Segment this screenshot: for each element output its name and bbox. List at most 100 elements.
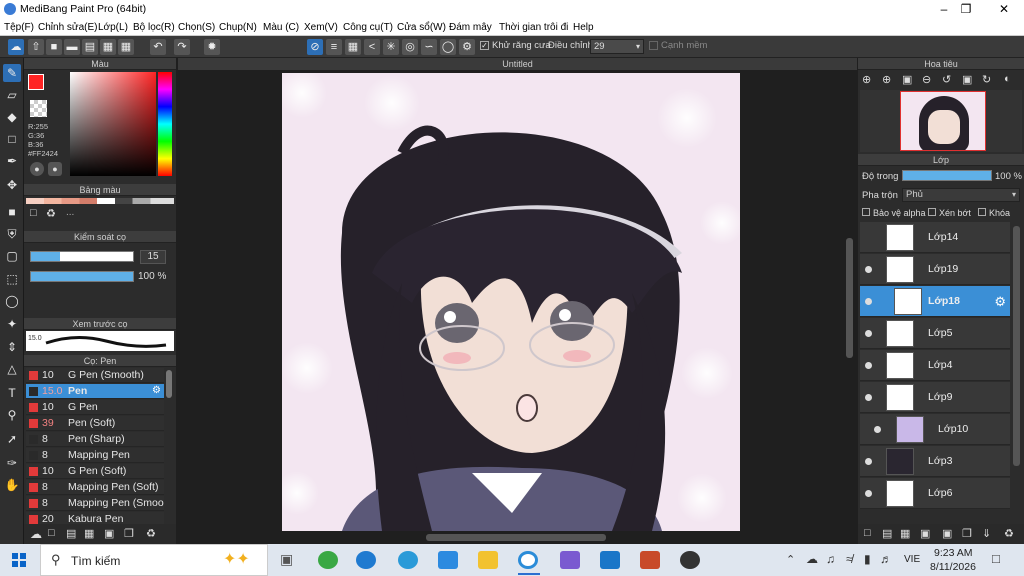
navigator-preview[interactable] xyxy=(860,90,1022,152)
new-palette-icon[interactable]: □ xyxy=(30,207,37,219)
lock-checkbox[interactable] xyxy=(978,208,986,216)
layer-row[interactable]: Lớp5 xyxy=(860,318,1010,349)
list-item[interactable]: 10 G Pen xyxy=(26,400,164,415)
canvas-vertical-scrollbar[interactable] xyxy=(846,238,853,358)
layer-row[interactable]: Lớp9 xyxy=(860,382,1010,413)
move-tool-icon[interactable]: ✥ xyxy=(3,176,21,194)
menu-cloud[interactable]: Đám mây xyxy=(449,22,492,33)
snap-settings-icon[interactable]: ⚙ xyxy=(459,39,475,55)
gradient-tool-icon[interactable]: ▢ xyxy=(3,247,21,265)
transparent-color-swatch[interactable] xyxy=(30,100,47,117)
bucket-tool-icon[interactable]: ⛨ xyxy=(3,225,21,243)
medibang-icon[interactable] xyxy=(518,551,538,569)
copy-brush-icon[interactable]: ▤ xyxy=(66,527,76,540)
new-halftone-layer-icon[interactable]: ▤ xyxy=(882,527,892,540)
list-item[interactable]: 20 Kabura Pen xyxy=(26,512,164,524)
eyedropper-tool-icon[interactable]: ➚ xyxy=(3,430,21,448)
snap-parallel-icon[interactable]: ≡ xyxy=(326,39,342,55)
store-icon[interactable] xyxy=(438,551,458,569)
cloud-icon[interactable]: ☁ xyxy=(8,39,24,55)
battery-icon[interactable]: ▮ xyxy=(864,552,871,566)
layer-row[interactable]: Lớp19 xyxy=(860,254,1010,285)
new-layer-icon[interactable]: □ xyxy=(864,527,871,539)
list-item[interactable]: 8 Mapping Pen xyxy=(26,448,164,463)
clock-time[interactable]: 9:23 AM xyxy=(934,547,973,559)
screen-icon[interactable] xyxy=(600,551,620,569)
flip-icon[interactable]: ◐ xyxy=(1004,73,1011,85)
task-view-icon[interactable]: ▣ xyxy=(280,551,300,569)
redo-icon[interactable]: ↷ xyxy=(174,39,190,55)
cloud-brush-icon[interactable]: ☁ xyxy=(30,527,42,541)
menu-file[interactable]: Tệp(F) xyxy=(4,22,34,33)
pen-nib-icon[interactable]: ✑ xyxy=(3,454,21,472)
zoom-icon[interactable]: ⊕ xyxy=(882,73,891,86)
artwork-canvas[interactable] xyxy=(282,73,740,531)
layer-menu-icon[interactable]: ▣ xyxy=(920,527,930,540)
zoom-in-icon[interactable]: ⊕ xyxy=(862,73,871,86)
rotate-right-icon[interactable]: ↻ xyxy=(982,73,991,86)
delete-palette-icon[interactable]: ♻ xyxy=(46,207,56,220)
zoom-out-icon[interactable]: ⊖ xyxy=(922,73,931,86)
panda-icon[interactable] xyxy=(680,551,700,569)
folder-icon[interactable]: ▣ xyxy=(104,527,114,540)
clip-checkbox[interactable] xyxy=(928,208,936,216)
layer-row[interactable]: Lớp4 xyxy=(860,350,1010,381)
snap-grid-icon[interactable]: ▦ xyxy=(345,39,361,55)
brush-size-value[interactable]: 15 xyxy=(140,250,166,264)
layer-opacity-slider[interactable] xyxy=(902,170,992,181)
palette-more[interactable]: ... xyxy=(66,207,74,218)
edge-blue-icon[interactable] xyxy=(398,551,418,569)
close-button[interactable]: ✕ xyxy=(984,0,1024,19)
visibility-icon[interactable] xyxy=(865,490,872,497)
canvas-area[interactable]: Untitled xyxy=(178,58,857,544)
text-tool-icon[interactable]: T xyxy=(3,384,21,402)
comment-icon[interactable]: ■ xyxy=(46,39,62,55)
menu-view[interactable]: Xem(V) xyxy=(304,22,338,33)
app-green-icon[interactable] xyxy=(318,551,338,569)
snap-ellipse-icon[interactable]: ◯ xyxy=(440,39,456,55)
brush-size-slider[interactable] xyxy=(30,251,134,262)
windows-start-icon[interactable] xyxy=(12,553,26,567)
search-box[interactable]: ⚲ Tìm kiếm ✦✦ xyxy=(40,544,268,576)
menu-filter[interactable]: Bộ lọc(R) xyxy=(133,22,175,33)
list-item[interactable]: 8 Mapping Pen (Smoo xyxy=(26,496,164,511)
maximize-button[interactable]: ❐ xyxy=(946,0,986,19)
layer-list-scrollbar[interactable] xyxy=(1013,226,1020,466)
shape-tool-icon[interactable]: ⚲ xyxy=(3,406,21,424)
magic-wand-icon[interactable]: ✦ xyxy=(3,315,21,333)
file-explorer-icon[interactable] xyxy=(478,551,498,569)
layer-row[interactable]: Lớp10 xyxy=(860,414,1010,445)
blend-mode-select[interactable]: Phủ ▾ xyxy=(902,188,1020,202)
color-settings-icon[interactable]: ● xyxy=(48,162,62,176)
duplicate-layer-icon[interactable]: ❐ xyxy=(962,527,972,540)
add-brush-icon[interactable]: □ xyxy=(48,527,55,539)
select-eraser-icon[interactable]: △ xyxy=(3,360,21,378)
list-item[interactable]: 39 Pen (Soft) xyxy=(26,416,164,431)
canvas-horizontal-scrollbar[interactable] xyxy=(426,534,606,541)
rect-tool-icon[interactable]: □ xyxy=(3,130,21,148)
headset-icon[interactable]: ♫ xyxy=(826,552,835,566)
language-indicator[interactable]: VIE xyxy=(904,554,920,565)
brush-list-scrollbar[interactable] xyxy=(166,370,172,398)
lasso-tool-icon[interactable]: ◯ xyxy=(3,292,21,310)
trash-icon[interactable]: ♻ xyxy=(1004,527,1014,540)
protect-alpha-checkbox[interactable] xyxy=(862,208,870,216)
eraser-tool-icon[interactable]: ▱ xyxy=(3,86,21,104)
trash-icon[interactable]: ♻ xyxy=(146,527,156,540)
chevron-up-icon[interactable]: ⌃ xyxy=(786,553,795,566)
brush-menu-icon[interactable]: ▦ xyxy=(84,527,94,540)
fill-rect-icon[interactable]: ■ xyxy=(3,203,21,221)
grid-icon[interactable]: ▦ xyxy=(118,39,134,55)
snap-star-icon[interactable]: ✳ xyxy=(383,39,399,55)
layer-row[interactable]: Lớp18 ⚙ xyxy=(860,286,1010,317)
smooth-checkbox[interactable] xyxy=(649,41,658,50)
export-icon[interactable]: ⇧ xyxy=(28,39,44,55)
document-icon[interactable]: ▤ xyxy=(82,39,98,55)
edge-icon[interactable] xyxy=(356,551,376,569)
doc-settings-icon[interactable]: ▦ xyxy=(100,39,116,55)
visibility-icon[interactable] xyxy=(874,426,881,433)
menu-help[interactable]: Help xyxy=(573,22,594,33)
list-item[interactable]: 10 G Pen (Smooth) xyxy=(26,368,164,383)
list-item[interactable]: 10 G Pen (Soft) xyxy=(26,464,164,479)
list-item[interactable]: 15.0 Pen ⚙ xyxy=(26,384,164,399)
